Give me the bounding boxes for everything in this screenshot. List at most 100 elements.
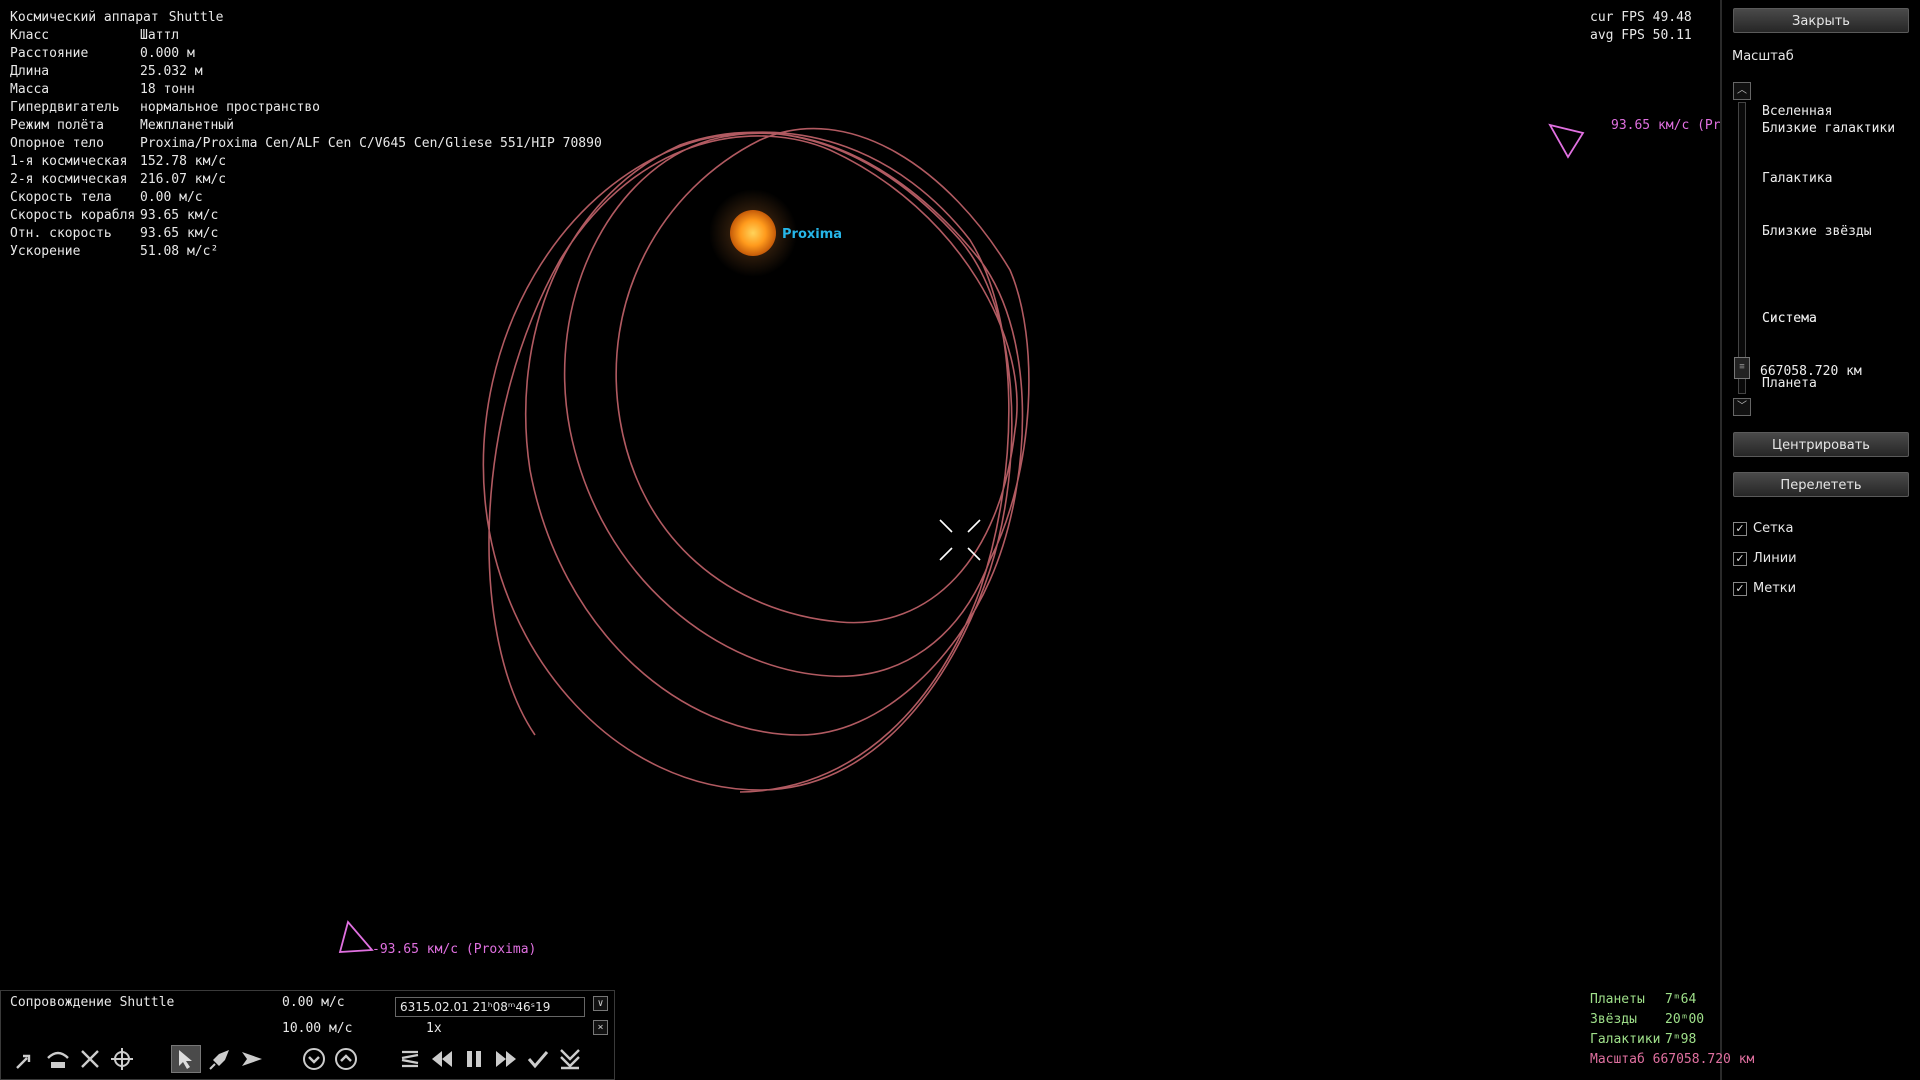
crosshair-icon: [939, 519, 981, 561]
scale-level-overlap: Система: [1762, 311, 1817, 326]
control-panel: Сопровождение Shuttle 0.00 м/с 10.00 м/с…: [0, 990, 615, 1080]
target-icon: [111, 1048, 133, 1070]
info-key: Режим полёта: [10, 118, 104, 133]
close-icon: ×: [597, 1022, 604, 1033]
info-key: Расстояние: [10, 46, 89, 61]
datetime-close-button[interactable]: ×: [593, 1020, 608, 1035]
chevron-up-circle-icon: [335, 1048, 357, 1070]
info-value: 93.65 км/с: [140, 226, 219, 241]
info-key: Ускорение: [10, 244, 81, 259]
info-key: 1-я космическая: [10, 154, 128, 169]
scale-level-nearby-stars[interactable]: Близкие звёзды: [1762, 224, 1872, 239]
fly-to-button[interactable]: Перелететь: [1733, 472, 1909, 497]
pause-button[interactable]: [459, 1045, 489, 1073]
info-value: 93.65 км/с: [140, 208, 219, 223]
fps-counter: cur FPS 49.48 avg FPS 50.11: [1590, 9, 1692, 45]
scroll-down-button[interactable]: ﹀: [1733, 398, 1751, 416]
follow-mode-label: Сопровождение Shuttle: [10, 995, 175, 1010]
scale-level-galaxy[interactable]: Галактика: [1762, 171, 1832, 186]
checkmark-icon: ✓: [1733, 581, 1747, 596]
time-reverse-icon: [401, 1050, 419, 1068]
chevron-up-icon: ︿: [1737, 85, 1747, 96]
stat-value: 20ᵐ00: [1665, 1012, 1705, 1027]
increase-speed-button[interactable]: [331, 1045, 361, 1073]
info-key: Класс: [10, 28, 50, 43]
scale-readout: Масштаб 667058.720 км: [1590, 1052, 1755, 1067]
approach-icon: [16, 1054, 31, 1069]
realtime-button[interactable]: [523, 1045, 553, 1073]
decrease-speed-button[interactable]: [299, 1045, 329, 1073]
stat-value: 7ᵐ98: [1665, 1032, 1697, 1047]
target-button[interactable]: [107, 1045, 137, 1073]
checkbox-label: Линии: [1753, 551, 1797, 566]
datetime-dropdown-button[interactable]: ∨: [593, 996, 608, 1011]
ship-info-panel: Космический аппарат Shuttle Класс Шаттл Р…: [10, 9, 602, 261]
checkbox-label: Метки: [1753, 581, 1797, 596]
time-reverse-button[interactable]: [395, 1045, 425, 1073]
scale-rail[interactable]: [1738, 102, 1746, 394]
ship-name: Shuttle: [168, 10, 224, 25]
approach-button[interactable]: [11, 1045, 41, 1073]
scale-level-planet[interactable]: Планета: [1762, 376, 1817, 391]
info-key: Скорость тела: [10, 190, 112, 205]
plane-icon: [242, 1052, 262, 1066]
time-rate[interactable]: 1x: [426, 1021, 442, 1036]
info-key: Опорное тело: [10, 136, 104, 151]
select-icon: [179, 1050, 192, 1069]
magnitude-limits: Планеты 7ᵐ64 Звёзды 20ᵐ00 Галактики 7ᵐ98: [1590, 990, 1704, 1050]
navigation-panel: Закрыть Масштаб ︿ ≡ ﹀ Вселенная Близкие …: [1720, 0, 1920, 1080]
close-button[interactable]: Закрыть: [1733, 8, 1909, 33]
orbit-icon: [47, 1051, 69, 1068]
scale-title: Масштаб: [1732, 49, 1794, 64]
info-value: 0.000 м: [140, 46, 195, 61]
pause-icon: [467, 1051, 481, 1067]
info-value: Межпланетный: [140, 118, 234, 133]
info-key: 2-я космическая: [10, 172, 128, 187]
scale-level-universe[interactable]: Вселенная: [1762, 104, 1832, 119]
stat-key: Галактики: [1590, 1032, 1661, 1047]
info-value: нормальное пространство: [140, 100, 321, 115]
checkbox-label: Сетка: [1753, 521, 1794, 536]
velocity-marker-icon: [1548, 123, 1585, 159]
stop-button[interactable]: [75, 1045, 105, 1073]
stat-key: Планеты: [1590, 992, 1645, 1007]
info-key: Скорость корабля: [10, 208, 136, 223]
star-label[interactable]: Proxima: [782, 227, 842, 242]
chevron-down-circle-icon: [303, 1048, 325, 1070]
datetime-field[interactable]: 6315.02.01 21ʰ08ᵐ46ˢ19: [395, 997, 585, 1017]
info-value: 18 тонн: [140, 82, 195, 97]
rocket-button[interactable]: [205, 1045, 235, 1073]
info-value: Шаттл: [140, 28, 180, 43]
labels-checkbox[interactable]: ✓ Метки: [1733, 581, 1796, 596]
fast-forward-button[interactable]: [491, 1045, 521, 1073]
current-time-button[interactable]: [555, 1045, 585, 1073]
scale-level-nearby-galaxies[interactable]: Близкие галактики: [1762, 121, 1895, 136]
target-speed[interactable]: 10.00 м/с: [282, 1021, 352, 1036]
plane-button[interactable]: [237, 1045, 267, 1073]
info-value: 152.78 км/с: [140, 154, 227, 169]
info-value: 0.00 м/с: [140, 190, 203, 205]
check-icon: [527, 1051, 549, 1069]
stat-value: 7ᵐ64: [1665, 992, 1697, 1007]
fast-forward-icon: [496, 1051, 516, 1067]
scale-thumb[interactable]: ≡: [1734, 357, 1750, 379]
grid-checkbox[interactable]: ✓ Сетка: [1733, 521, 1793, 536]
scroll-up-button[interactable]: ︿: [1733, 82, 1751, 100]
antivelocity-marker-icon: [338, 920, 374, 953]
ship-type-label: Космический аппарат: [10, 10, 159, 25]
orbit-button[interactable]: [43, 1045, 73, 1073]
checkmark-icon: ✓: [1733, 551, 1747, 566]
rocket-icon: [209, 1050, 229, 1070]
checkmark-icon: ✓: [1733, 521, 1747, 536]
rewind-button[interactable]: [427, 1045, 457, 1073]
info-key: Масса: [10, 82, 50, 97]
time-current-icon: [560, 1049, 580, 1070]
scale-scrollbar[interactable]: ︿ ≡ ﹀: [1733, 82, 1751, 417]
info-value: 216.07 км/с: [140, 172, 227, 187]
lines-checkbox[interactable]: ✓ Линии: [1733, 551, 1797, 566]
select-button[interactable]: [171, 1045, 201, 1073]
velocity-readout-bottom: -93.65 км/с (Proxima): [372, 942, 537, 957]
center-button[interactable]: Центрировать: [1733, 432, 1909, 457]
info-value: 25.032 м: [140, 64, 203, 79]
info-key: Гипердвигатель: [10, 100, 120, 115]
